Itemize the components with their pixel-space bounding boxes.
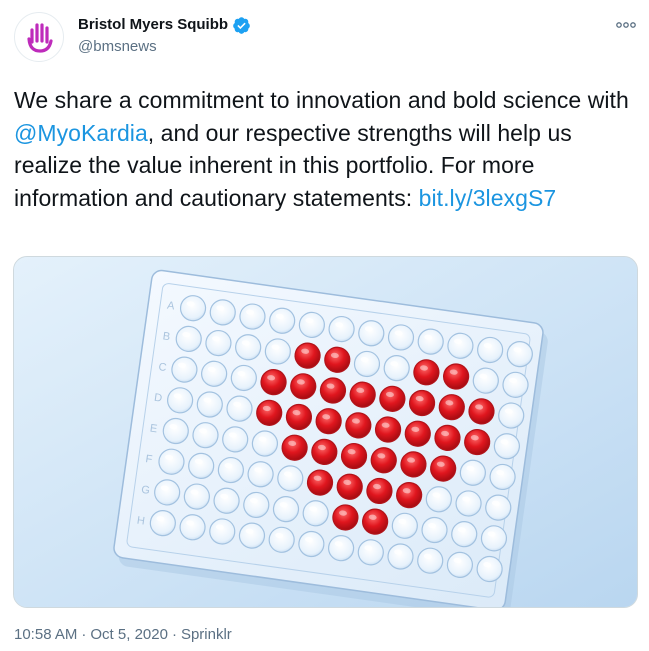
tweet-date[interactable]: Oct 5, 2020 bbox=[90, 626, 168, 643]
url-link[interactable]: bit.ly/3lexgS7 bbox=[419, 185, 557, 211]
mention-link[interactable]: @MyoKardia bbox=[14, 120, 148, 146]
tweet-text-part1: We share a commitment to innovation and … bbox=[14, 87, 629, 113]
tweet-source[interactable]: Sprinklr bbox=[181, 626, 232, 643]
separator: · bbox=[171, 626, 177, 643]
tweet-time[interactable]: 10:58 AM bbox=[14, 626, 77, 643]
tweet-card: Bristol Myers Squibb @bmsnews We share a… bbox=[0, 0, 649, 651]
avatar[interactable] bbox=[14, 12, 64, 62]
separator: · bbox=[81, 626, 87, 643]
display-name[interactable]: Bristol Myers Squibb bbox=[78, 15, 228, 35]
verified-badge-icon bbox=[232, 16, 251, 35]
tweet-meta: 10:58 AM · Oct 5, 2020 · Sprinklr bbox=[14, 625, 232, 645]
tweet-text: We share a commitment to innovation and … bbox=[14, 84, 638, 214]
author-block[interactable]: Bristol Myers Squibb @bmsnews bbox=[78, 15, 251, 57]
well-plate-heart-image: ABCDEFGH bbox=[14, 257, 637, 607]
bms-hand-logo-icon bbox=[27, 23, 53, 53]
more-options-button[interactable] bbox=[611, 13, 641, 37]
tweet-media-image[interactable]: ABCDEFGH bbox=[13, 256, 638, 608]
name-row: Bristol Myers Squibb bbox=[78, 15, 251, 35]
more-options-icon bbox=[616, 22, 636, 28]
handle[interactable]: @bmsnews bbox=[78, 37, 251, 57]
row-letter: G bbox=[140, 484, 150, 497]
